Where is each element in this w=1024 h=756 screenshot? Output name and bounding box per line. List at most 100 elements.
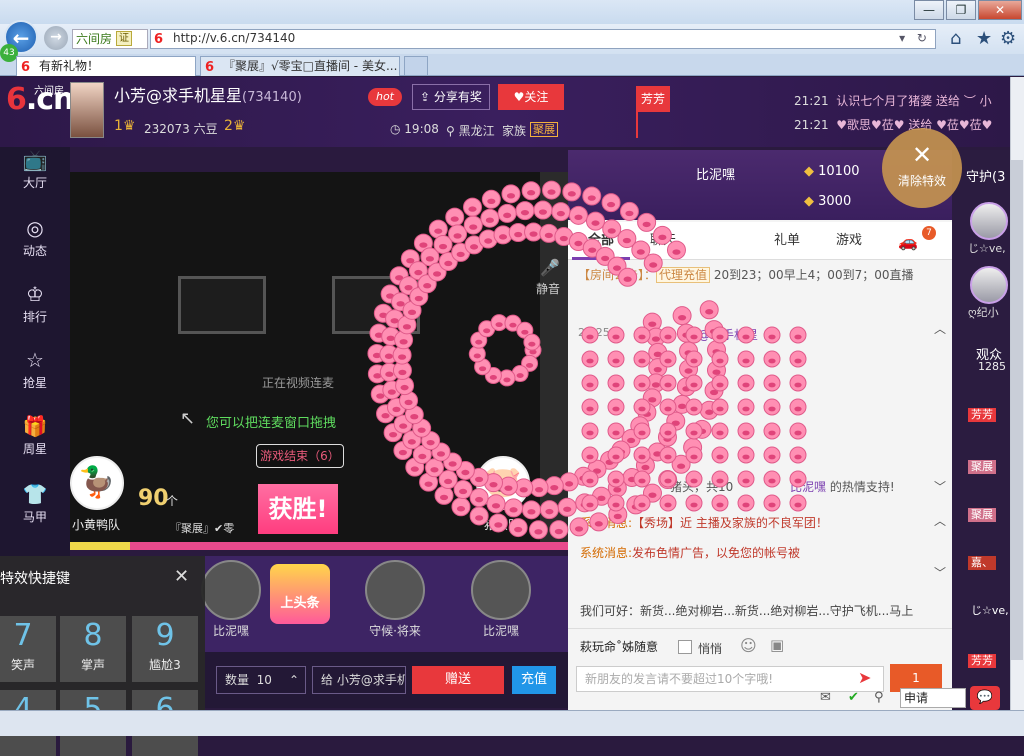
- scrollbar-thumb[interactable]: [1011, 160, 1023, 660]
- guardian-avatar[interactable]: [970, 266, 1008, 304]
- user-badge[interactable]: 芳芳: [968, 654, 996, 668]
- site-tag[interactable]: 六间房: [72, 29, 148, 49]
- heart-icon: ♥: [513, 90, 525, 104]
- guardian-avatar[interactable]: [970, 202, 1008, 240]
- audience-count: 1285: [978, 360, 1006, 373]
- send-icon[interactable]: ➤: [858, 668, 871, 687]
- tab-game[interactable]: 游戏: [820, 222, 878, 260]
- logo-subtitle: 六间房: [34, 86, 64, 97]
- crown-icon: ♔: [26, 282, 44, 306]
- give-gift-button[interactable]: 赠送: [412, 666, 504, 694]
- drag-tip: 您可以把连麦窗口拖拽: [206, 416, 337, 431]
- close-icon[interactable]: ✕: [174, 566, 189, 587]
- nav-hall[interactable]: 📺 大厅: [0, 140, 70, 206]
- gift-item[interactable]: 比泥嘿: [196, 560, 266, 639]
- chat-bubble-icon[interactable]: 💬: [970, 686, 1000, 710]
- guardian-name: じ☆ve,: [968, 242, 1006, 255]
- address-actions[interactable]: ▾ ↻: [899, 31, 931, 45]
- user-badge[interactable]: 聚展: [968, 460, 996, 474]
- tab-new-gift[interactable]: 6 有新礼物！: [16, 56, 196, 76]
- zoom-icon[interactable]: ⚲: [874, 690, 884, 705]
- scroll-down-icon[interactable]: ﹀: [934, 478, 946, 495]
- guardian-name: ღ纪小: [968, 306, 999, 319]
- nav-feed[interactable]: ◎ 动态: [0, 208, 70, 274]
- clear-effects-button[interactable]: ✕ 清除特效: [882, 128, 962, 208]
- tab-chat[interactable]: 聊天: [634, 222, 692, 260]
- clock-icon: ◷: [390, 122, 405, 136]
- mail-icon[interactable]: ✉: [820, 690, 831, 705]
- recharge-button[interactable]: 充值: [512, 666, 556, 694]
- user-badge[interactable]: 嘉、: [968, 556, 996, 570]
- fan-flag[interactable]: 芳芳: [636, 86, 670, 112]
- tab-all[interactable]: 全部: [572, 222, 630, 260]
- message-user[interactable]: @求手机星: [698, 326, 758, 343]
- guardian-title[interactable]: 守护(3: [966, 166, 1005, 185]
- system-message: 系统消息:发布色情广告，以免您的帐号被: [580, 546, 801, 560]
- certificate-badge[interactable]: 证: [116, 31, 132, 46]
- private-label: 悄悄: [698, 642, 723, 656]
- wealth-crown-icon: 1♛: [114, 118, 136, 134]
- favorites-star-icon[interactable]: ★: [976, 28, 992, 49]
- shortcut-key-7[interactable]: 7 笑声: [0, 616, 56, 682]
- minimize-button[interactable]: —: [914, 0, 944, 20]
- coin-icon: ◆: [804, 164, 819, 179]
- recipient-selector[interactable]: 给 小芳@求手机星星: [312, 666, 406, 694]
- room-announcement: 【房间公告】： 代理充值 20到23；00早上4；00到7；00直播: [578, 267, 914, 283]
- emoji-icon[interactable]: ☺: [740, 636, 757, 655]
- mute-label[interactable]: 静音: [536, 280, 560, 297]
- user-badge[interactable]: じ☆ve,: [968, 604, 1012, 618]
- user-badge[interactable]: 聚展: [968, 508, 996, 522]
- microphone-icon[interactable]: 🎤: [540, 258, 560, 277]
- gear-icon[interactable]: ⚙: [1000, 28, 1016, 49]
- share-button[interactable]: ⇪ 分享有奖: [412, 84, 490, 110]
- top-contributor[interactable]: 比泥嘿: [696, 164, 735, 183]
- scroll-up-icon[interactable]: ︿: [934, 512, 946, 529]
- url-text[interactable]: http://v.6.cn/734140: [173, 31, 295, 45]
- headline-gift[interactable]: 上头条: [270, 564, 330, 624]
- chat-identity[interactable]: 萩玩命˚姊随意: [580, 638, 658, 655]
- follow-button[interactable]: ♥关注: [498, 84, 564, 110]
- nav-grab-star[interactable]: ☆ 抢星: [0, 340, 70, 406]
- gift-item[interactable]: 守候·将来: [360, 560, 430, 639]
- thanks-message: 猪头，共10: [670, 480, 734, 494]
- star-icon: ☆: [26, 348, 44, 372]
- contribution-value: ◆ 10100: [804, 164, 860, 179]
- chat-input[interactable]: 新朋友的发言请不要超过10个字哦!: [576, 666, 884, 692]
- pig-team-name: 猪头队: [484, 518, 521, 532]
- shortcut-key-9[interactable]: 9 尴尬3: [132, 616, 198, 682]
- home-icon[interactable]: ⌂: [950, 28, 961, 49]
- address-field[interactable]: 6 http://v.6.cn/734140 ▾ ↻: [150, 29, 936, 49]
- check-icon[interactable]: ✔: [848, 690, 859, 705]
- tab-label: 『聚展』√零宝□直播间 - 美女...: [223, 59, 398, 73]
- gift-news-line: 21:21 认识七个月了猪婆 送给 ︶ 小: [794, 94, 992, 108]
- gift-item[interactable]: 比泥嘿: [466, 560, 536, 639]
- tab-gift-list[interactable]: 礼单: [758, 222, 816, 260]
- ticker-text: 我们可好：新货...绝对柳岩...新货...绝对柳岩...守护飞机...马上: [580, 604, 914, 618]
- user-badge[interactable]: 芳芳: [968, 408, 996, 422]
- shortcut-key-8[interactable]: 8 掌声: [60, 616, 126, 682]
- duck-team-score: 90: [138, 486, 169, 511]
- close-icon: ✕: [911, 141, 933, 169]
- new-tab-button[interactable]: [404, 56, 428, 76]
- forward-button[interactable]: →: [44, 26, 68, 50]
- agent-recharge-badge[interactable]: 代理充值: [656, 267, 711, 283]
- nav-weekly-star[interactable]: 🎁 周星: [0, 406, 70, 472]
- maximize-button[interactable]: ❐: [946, 0, 976, 20]
- gift-news-line: 21:21 ♥歌思♥莅♥ 送给 ♥莅♥莅♥: [794, 118, 993, 132]
- private-checkbox[interactable]: [678, 640, 692, 654]
- scroll-up-icon[interactable]: ︿: [934, 320, 946, 337]
- family-badge[interactable]: 聚展: [530, 122, 558, 137]
- room-id: (734140): [242, 90, 302, 105]
- coin-icon: ◆: [804, 194, 819, 209]
- pig-team-avatar: 🐷: [476, 456, 530, 510]
- nav-vest[interactable]: 👕 马甲: [0, 474, 70, 540]
- close-button[interactable]: ✕: [978, 0, 1022, 20]
- quantity-selector[interactable]: 数量 10 ⌃: [216, 666, 306, 694]
- host-avatar[interactable]: [70, 82, 104, 138]
- tab-live-room[interactable]: 6 『聚展』√零宝□直播间 - 美女...: [200, 56, 400, 76]
- apply-input[interactable]: 申请: [900, 688, 966, 708]
- nav-rank[interactable]: ♔ 排行: [0, 274, 70, 340]
- scroll-down-icon[interactable]: ﹀: [934, 564, 946, 581]
- car-icon[interactable]: 🚗: [898, 232, 918, 251]
- image-icon[interactable]: ▣: [770, 636, 784, 654]
